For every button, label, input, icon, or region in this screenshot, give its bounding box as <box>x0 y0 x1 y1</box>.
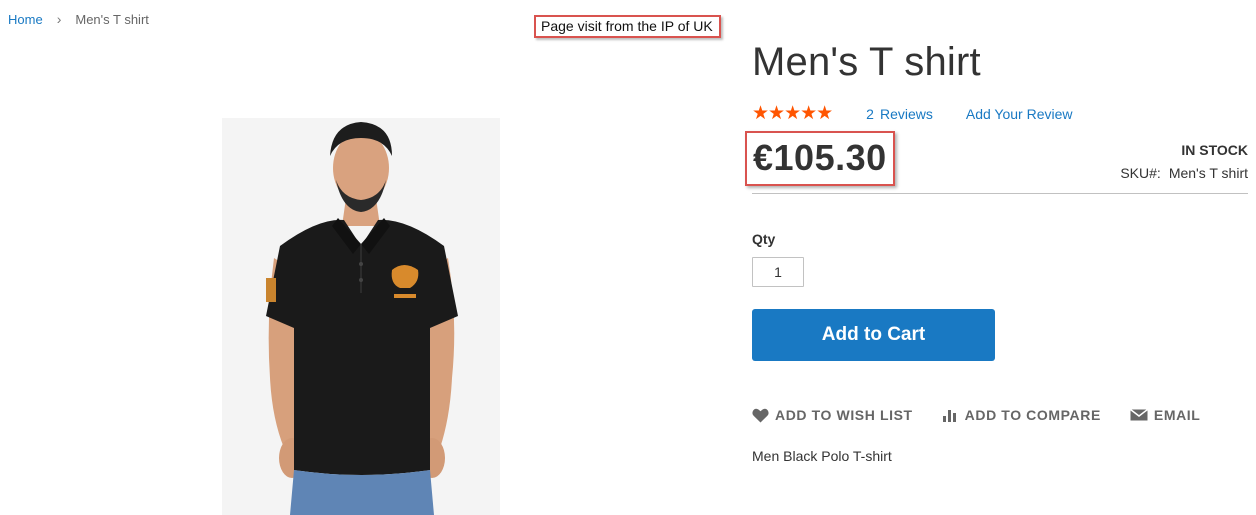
qty-input[interactable] <box>752 257 804 287</box>
add-review-link[interactable]: Add Your Review <box>966 106 1073 122</box>
breadcrumb-current: Men's T shirt <box>75 11 149 27</box>
product-sku: SKU#: Men's T shirt <box>1120 165 1248 181</box>
product-short-description: Men Black Polo T-shirt <box>752 448 892 464</box>
qty-label: Qty <box>752 231 776 247</box>
rating-stars-icon: ★★★★★ <box>752 103 833 124</box>
breadcrumb-separator-icon: › <box>56 11 62 27</box>
sku-label: SKU#: <box>1120 165 1161 181</box>
add-to-compare-link[interactable]: Add to Compare <box>942 407 1101 423</box>
email-label: Email <box>1153 407 1201 423</box>
breadcrumb: Home › Men's T shirt <box>8 11 149 27</box>
email-link[interactable]: Email <box>1129 407 1201 423</box>
sku-value: Men's T shirt <box>1168 165 1248 181</box>
reviews-link[interactable]: 2 Reviews <box>866 106 933 122</box>
product-price: €105.30 <box>753 137 887 178</box>
add-to-compare-label: Add to Compare <box>964 407 1101 423</box>
bar-chart-icon <box>942 410 956 422</box>
add-to-wishlist-link[interactable]: Add to Wish List <box>752 407 913 423</box>
envelope-icon <box>1129 409 1148 421</box>
stock-status: In stock <box>1181 142 1248 158</box>
rating-summary: ★★★★★ 2 Reviews Add Your Review <box>752 104 1073 124</box>
price-divider <box>752 193 1248 194</box>
reviews-label: Reviews <box>879 106 933 122</box>
heart-icon <box>752 408 769 422</box>
product-title: Men's T shirt <box>752 40 981 84</box>
add-to-wishlist-label: Add to Wish List <box>775 407 913 423</box>
product-photo-illustration <box>222 118 500 515</box>
add-to-cart-button[interactable]: Add to Cart <box>752 309 995 361</box>
breadcrumb-home-link[interactable]: Home <box>8 12 43 27</box>
reviews-count: 2 <box>866 106 874 122</box>
annotation-callout: Page visit from the IP of UK <box>534 15 721 38</box>
product-actions: Add to Wish List Add to Compare Email <box>752 407 1200 423</box>
price-highlight: €105.30 <box>745 131 895 186</box>
product-image[interactable] <box>222 118 500 515</box>
